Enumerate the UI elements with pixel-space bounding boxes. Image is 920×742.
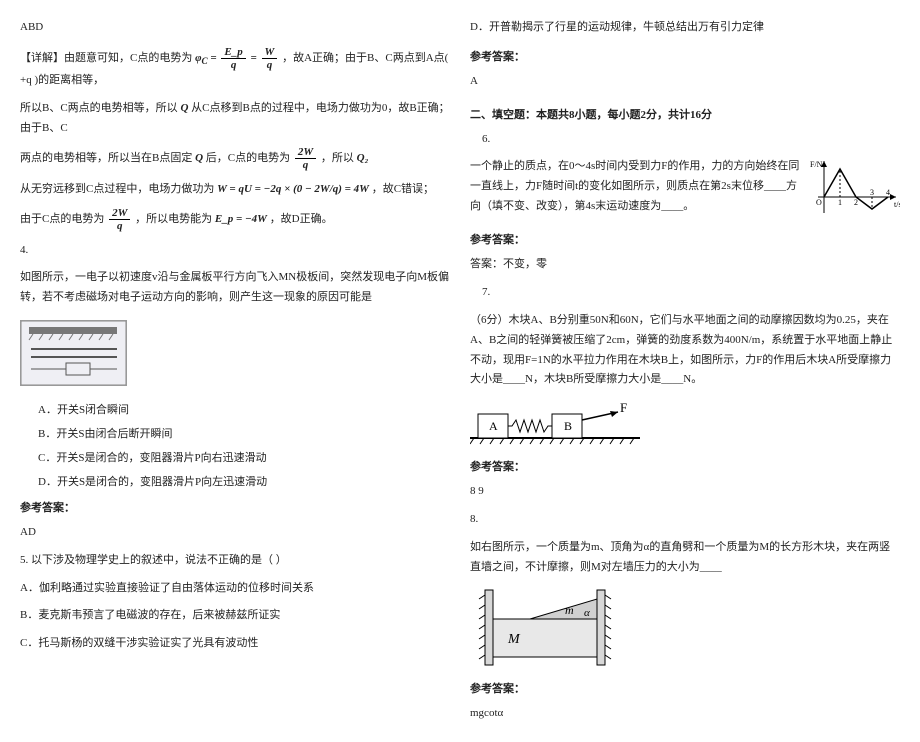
q7-figure: A B F xyxy=(470,398,900,448)
q5-optA: A．伽利略通过实验直接验证了自由落体运动的位移时间关系 xyxy=(20,579,450,599)
den-q3: q xyxy=(295,159,316,171)
y-axis-label: F/N xyxy=(810,160,823,169)
q6-row: F/N t/s O 1 2 3 4 一个静止的质点，在0～4s时间内受到力F的作… xyxy=(470,157,900,221)
abd-answer: ABD xyxy=(20,18,450,38)
num-w: W xyxy=(262,46,278,59)
q4-optA: A．开关S闭合瞬间 xyxy=(38,401,450,417)
block-B-label: B xyxy=(564,419,572,433)
force-time-graph-icon: F/N t/s O 1 2 3 4 xyxy=(810,157,900,221)
left-column: ABD 【详解】由题意可知，C点的电势为 φC = E_p q = W q ，故… xyxy=(10,10,460,732)
tick-1: 1 xyxy=(838,198,842,207)
q4-answer-label: 参考答案： xyxy=(20,499,450,515)
q4-figure xyxy=(20,320,127,386)
explain-4: 从无穷远移到C点过程中，电场力做功为 xyxy=(20,183,214,195)
right-column: D．开普勒揭示了行星的运动规律，牛顿总结出万有引力定律 参考答案： A 二、填空… xyxy=(460,10,910,732)
q5-optB: B．麦克斯韦预言了电磁波的存在，后来被赫兹所证实 xyxy=(20,606,450,626)
q7-number: 7. xyxy=(482,283,900,303)
q4-number: 4. xyxy=(20,241,450,261)
block-M-label: M xyxy=(507,632,521,647)
q8-answer: mgcotα xyxy=(470,704,900,724)
den-q2: q xyxy=(262,59,278,71)
q6-figure: F/N t/s O 1 2 3 4 xyxy=(810,157,900,221)
explain-5c: ，故D正确。 xyxy=(270,213,333,225)
angle-alpha-label: α xyxy=(584,607,590,619)
q3-explain-4: 从无穷远移到C点过程中，电场力做功为 W = qU = −2q × (0 − 2… xyxy=(20,180,450,200)
explain-3: 两点的电势相等，所以当在B点固定 xyxy=(20,153,192,165)
q3-explain-5: 由于C点的电势为 2W q ，所以电势能为 E_p = −4W ，故D正确。 xyxy=(20,207,450,232)
Q1: Q xyxy=(195,153,203,165)
den-q: q xyxy=(221,59,245,71)
frac-ep-q: E_p q xyxy=(221,46,245,71)
frac-w-q: W q xyxy=(262,46,278,71)
q5-optD: D．开普勒揭示了行星的运动规律，牛顿总结出万有引力定律 xyxy=(470,18,900,38)
num-2w: 2W xyxy=(295,146,316,159)
explain-3a: 后，C点的电势为 xyxy=(206,153,290,165)
num-2w2: 2W xyxy=(109,207,130,220)
q4-answer: AD xyxy=(20,523,450,543)
q-sub-scatter: Q xyxy=(180,102,188,114)
q4-optC: C．开关S是闭合的，变阻器滑片P向右迅速滑动 xyxy=(38,449,450,465)
spring-blocks-icon: A B F xyxy=(470,398,640,448)
q8-body: 如右图所示，一个质量为m、顶角为α的直角劈和一个质量为M的长方形木块，夹在两竖直… xyxy=(470,538,900,578)
q8-number: 8. xyxy=(470,510,900,530)
q4-body: 如图所示，一电子以初速度v沿与金属板平行方向飞入MN极板间，突然发现电子向M板偏… xyxy=(20,268,450,308)
explain-lead: 【详解】由题意可知，C点的电势为 xyxy=(20,52,192,64)
Q2: Q₂ xyxy=(357,153,369,165)
q6-answer-label: 参考答案： xyxy=(470,231,900,247)
frac-2w-q: 2W q xyxy=(295,146,316,171)
wedge-block-icon: M m α xyxy=(470,585,620,670)
section-2-title: 二、填空题：本题共8小题，每小题2分，共计16分 xyxy=(470,106,900,122)
q3-explain-2: 所以B、C两点的电势相等，所以 Q 从C点移到B点的过程中，电场力做功为0，故B… xyxy=(20,99,450,139)
force-F-label: F xyxy=(620,400,627,415)
explain-2: 所以B、C两点的电势相等，所以 xyxy=(20,102,178,114)
explain-3b: ，所以 xyxy=(321,153,354,165)
phi-sub: C xyxy=(202,56,208,66)
x-axis-label: t/s xyxy=(894,200,900,209)
q4-optD: D．开关S是闭合的，变阻器滑片P向左迅速滑动 xyxy=(38,473,450,489)
explain-5b: ，所以电势能为 xyxy=(135,213,212,225)
tick-4: 4 xyxy=(886,188,890,197)
block-A-label: A xyxy=(489,419,498,433)
num-ep: E_p xyxy=(221,46,245,59)
explain-5: 由于C点的电势为 xyxy=(20,213,104,225)
q7-answer: 8 9 xyxy=(470,482,900,502)
q7-answer-label: 参考答案： xyxy=(470,458,900,474)
wedge-m-label: m xyxy=(565,603,574,617)
q5-answer-label: 参考答案： xyxy=(470,48,900,64)
q5-stem: 5. 以下涉及物理学史上的叙述中，说法不正确的是（ ） xyxy=(20,551,450,571)
tick-2: 2 xyxy=(854,198,858,207)
q5-answer: A xyxy=(470,72,900,92)
q8-figure: M m α xyxy=(470,585,900,670)
den-q4: q xyxy=(109,220,130,232)
q8-answer-label: 参考答案： xyxy=(470,680,900,696)
q3-explain-3: 两点的电势相等，所以当在B点固定 Q 后，C点的电势为 2W q ，所以 Q₂ xyxy=(20,146,450,171)
tick-3: 3 xyxy=(870,188,874,197)
q7-body: （6分）木块A、B分别重50N和60N，它们与水平地面之间的动摩擦因数均为0.2… xyxy=(470,311,900,390)
eq-work-4w: W = qU = −2q × (0 − 2W/q) = 4W xyxy=(217,183,369,195)
page: ABD 【详解】由题意可知，C点的电势为 φC = E_p q = W q ，故… xyxy=(0,0,920,742)
explain-4b: ，故C错误； xyxy=(372,183,434,195)
q3-explain-1: 【详解】由题意可知，C点的电势为 φC = E_p q = W q ，故A正确；… xyxy=(20,46,450,91)
q4-optB: B．开关S由闭合后断开瞬间 xyxy=(38,425,450,441)
eq-ep-neg4w: E_p = −4W xyxy=(215,213,267,225)
q6-body: 一个静止的质点，在0～4s时间内受到力F的作用，力的方向始终在同一直线上，力F随… xyxy=(470,160,799,212)
origin-label: O xyxy=(816,198,822,207)
circuit-icon xyxy=(21,321,126,385)
eq-phi-c: φC = E_p q = W q xyxy=(195,52,282,64)
frac-2w-q2: 2W q xyxy=(109,207,130,232)
q6-number: 6. xyxy=(482,130,900,150)
q6-answer: 答案：不变，零 xyxy=(470,255,900,275)
